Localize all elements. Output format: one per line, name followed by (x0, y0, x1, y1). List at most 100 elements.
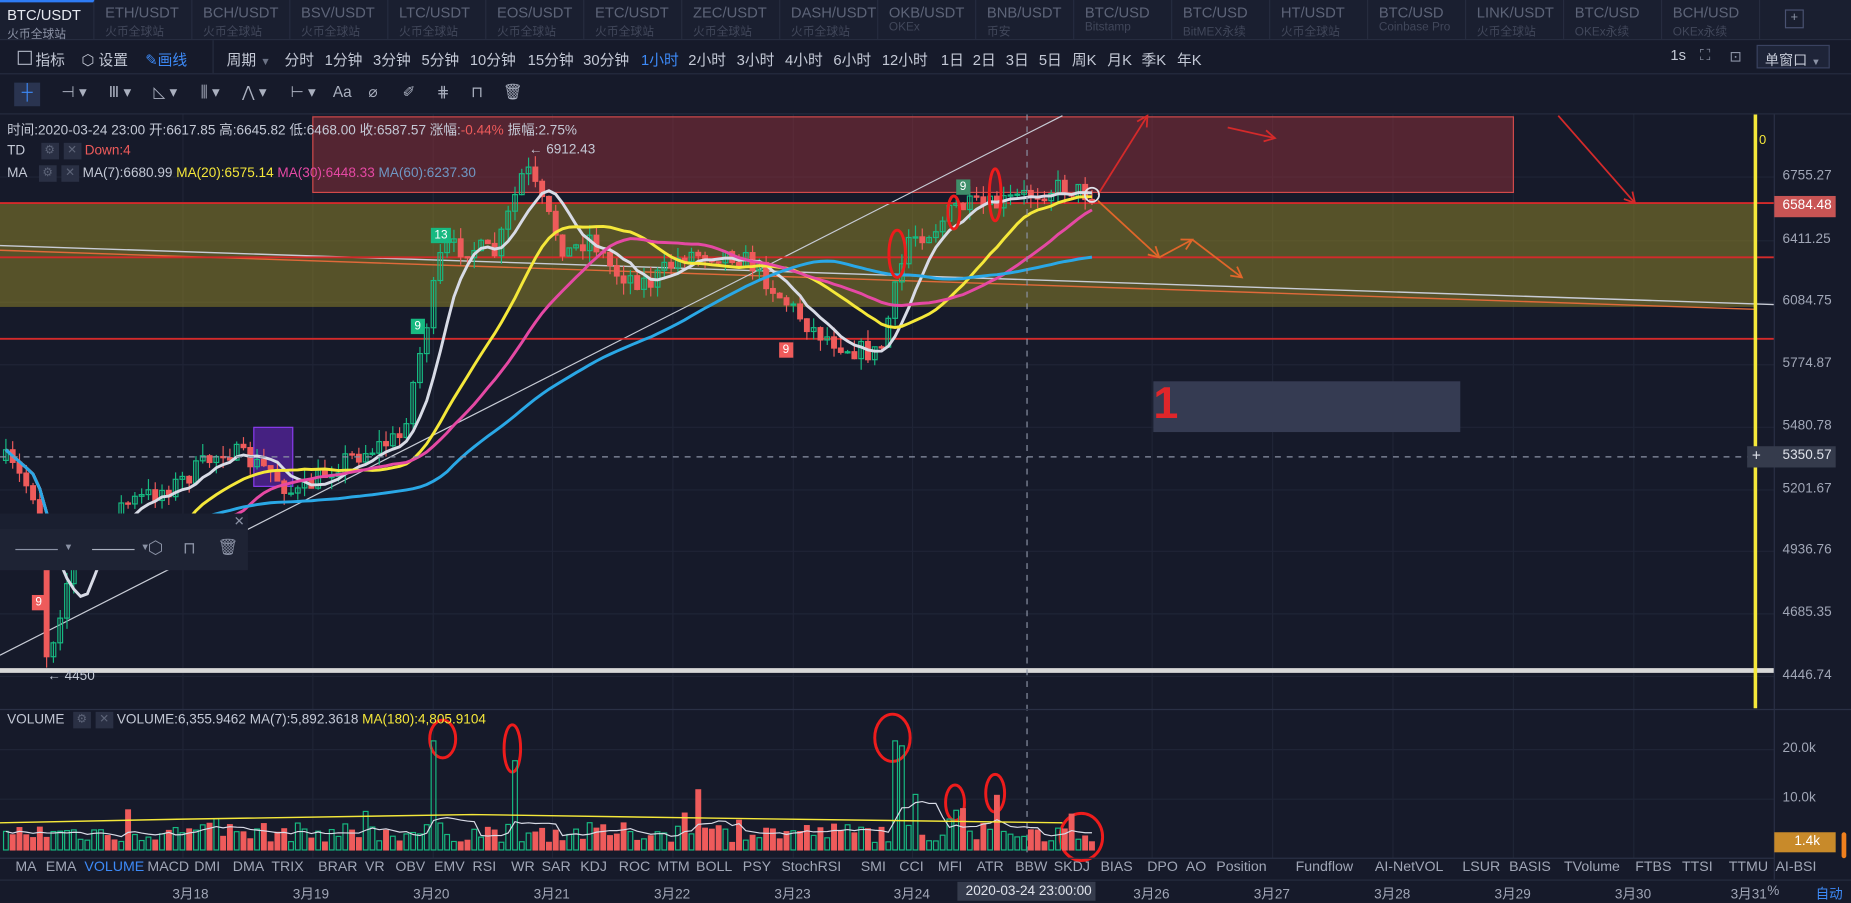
symbol-tab[interactable]: OKB/USDT OKEx (882, 0, 977, 39)
period-option[interactable]: 2日 (973, 47, 996, 69)
indicator-tab[interactable]: StochRSI (781, 858, 841, 875)
period-option[interactable]: 5分钟 (421, 47, 459, 69)
unlock-icon[interactable]: ⊓ (183, 538, 196, 558)
line-width-select[interactable]: ▼ (89, 542, 154, 556)
indicator-tab[interactable]: AI-NetVOL (1375, 858, 1444, 875)
indicator-tab[interactable]: DMA (233, 858, 264, 875)
parallel-lines-tool-icon[interactable]: Ⅲ ▾ (109, 83, 132, 107)
eraser-icon[interactable]: ✐ (403, 83, 416, 107)
angle-tool-icon[interactable]: ◺ ▾ (153, 83, 177, 107)
indicator-tab[interactable]: AO (1186, 858, 1206, 875)
screenshot-icon[interactable]: ⊡ (1729, 47, 1741, 65)
annotation-box[interactable]: 1 (1153, 379, 1461, 433)
indicator-tab[interactable]: OBV (395, 858, 425, 875)
period-dropdown[interactable]: 周期 ▼ (227, 47, 271, 69)
symbol-tab[interactable]: LINK/USDT 火币全球站 (1470, 0, 1565, 39)
indicator-tab[interactable]: TVolume (1564, 858, 1620, 875)
indicator-tab[interactable]: TTSI (1682, 858, 1713, 875)
window-mode-select[interactable]: 单窗口 ▼ (1756, 44, 1830, 69)
price-chart[interactable] (0, 114, 1851, 901)
indicator-tab[interactable]: ROC (619, 858, 650, 875)
wave-tool-icon[interactable]: ⋀ ▾ (242, 83, 267, 107)
crosshair-tool-icon[interactable]: ┼ (14, 82, 41, 107)
line-color-select[interactable]: ▼ (12, 542, 77, 556)
indicator-tab[interactable]: EMV (434, 858, 465, 875)
period-option[interactable]: 1日 (941, 47, 964, 69)
indicator-tab[interactable]: WR (511, 858, 535, 875)
period-option[interactable]: 12小时 (882, 47, 928, 69)
indicator-tab[interactable]: BIAS (1100, 858, 1132, 875)
close-icon[interactable]: ✕ (63, 142, 81, 160)
close-icon[interactable]: ✕ (95, 711, 114, 729)
panel-header[interactable] (0, 513, 248, 529)
indicator-button[interactable]: 指标 (17, 47, 65, 69)
gear-icon[interactable]: ⚙ (40, 142, 59, 160)
indicator-tab[interactable]: FTBS (1635, 858, 1671, 875)
fullscreen-icon[interactable]: ⛶ (1700, 47, 1710, 65)
indicator-tab[interactable]: KDJ (580, 858, 607, 875)
gear-icon[interactable]: ⚙ (38, 165, 57, 182)
symbol-tab[interactable]: ETC/USDT 火币全球站 (588, 0, 683, 39)
period-option[interactable]: 3日 (1006, 47, 1029, 69)
period-option[interactable]: 1小时 (641, 47, 679, 69)
indicator-tab[interactable]: SKDJ (1054, 858, 1090, 875)
symbol-tab[interactable]: EOS/USDT 火币全球站 (490, 0, 585, 39)
indicator-tab[interactable]: SMI (861, 858, 886, 875)
text-tool[interactable]: Aa (333, 83, 352, 107)
indicator-tab[interactable]: TTMU (1729, 858, 1768, 875)
symbol-tab[interactable]: BTC/USD OKEx永续 (1568, 0, 1663, 39)
period-option[interactable]: 4小时 (785, 47, 823, 69)
symbol-tab[interactable]: BTC/USD BitMEX永续 (1176, 0, 1271, 39)
horizontal-line-tool-icon[interactable]: ⊣ ▾ (61, 83, 86, 107)
ruler-icon[interactable]: ⌀ (368, 83, 377, 107)
indicator-tab[interactable]: MFI (938, 858, 962, 875)
indicator-tab[interactable]: EMA (46, 858, 77, 875)
refresh-interval[interactable]: 1s (1670, 47, 1686, 64)
symbol-tab[interactable]: BTC/USD Bitstamp (1078, 0, 1173, 39)
trash-icon[interactable]: 🗑 (217, 537, 238, 557)
period-option[interactable]: 1分钟 (325, 47, 363, 69)
indicator-tab[interactable]: Fundflow (1296, 858, 1353, 875)
symbol-tab[interactable]: BSV/USDT 火币全球站 (294, 0, 389, 39)
trash-icon[interactable]: 🗑 (503, 83, 522, 107)
period-option[interactable]: 年K (1177, 47, 1202, 69)
gear-icon[interactable]: ⚙ (72, 711, 91, 729)
period-option[interactable]: 月K (1107, 47, 1132, 69)
symbol-tab[interactable]: LTC/USDT 火币全球站 (392, 0, 487, 39)
symbol-tab[interactable]: BTC/USDT 火币全球站 (0, 0, 95, 41)
settings-hexagon-icon[interactable]: ⬡ (148, 537, 163, 558)
period-option[interactable]: 2小时 (688, 47, 726, 69)
indicator-tab[interactable]: VR (365, 858, 385, 875)
indicator-tab[interactable]: TRIX (271, 858, 303, 875)
indicator-tab[interactable]: MA (15, 858, 36, 875)
auto-scale-button[interactable]: 自动 (1816, 884, 1843, 903)
period-option[interactable]: 分时 (285, 47, 315, 69)
symbol-tab[interactable]: DASH/USDT 火币全球站 (784, 0, 879, 39)
indicator-tab[interactable]: MACD (147, 858, 189, 875)
indicator-tab[interactable]: RSI (473, 858, 497, 875)
period-option[interactable]: 季K (1142, 47, 1167, 69)
indicator-tab[interactable]: LSUR (1462, 858, 1500, 875)
lock-icon[interactable]: ⊓ (471, 83, 483, 107)
period-option[interactable]: 15分钟 (528, 47, 574, 69)
indicator-tab[interactable]: BBW (1015, 858, 1047, 875)
settings-button[interactable]: ⬡ 设置 (81, 47, 128, 69)
magnet-icon[interactable]: ⋕ (437, 83, 450, 107)
indicator-tab[interactable]: MTM (657, 858, 689, 875)
indicator-tab[interactable]: PSY (743, 858, 771, 875)
indicator-tab[interactable]: BRAR (318, 858, 357, 875)
measure-tool-icon[interactable]: ⊢ ▾ (290, 83, 315, 107)
indicator-tab[interactable]: BASIS (1509, 858, 1551, 875)
period-option[interactable]: 30分钟 (583, 47, 629, 69)
scale-percent-button[interactable]: % (1767, 884, 1779, 898)
indicator-tab[interactable]: ATR (976, 858, 1003, 875)
symbol-tab[interactable]: BCH/USD OKEx永续 (1666, 0, 1761, 39)
indicator-tab[interactable]: VOLUME (84, 858, 144, 875)
indicator-tab[interactable]: DPO (1147, 858, 1178, 875)
symbol-tab[interactable]: BNB/USDT 币安 (980, 0, 1075, 39)
close-icon[interactable]: ✕ (234, 514, 245, 529)
symbol-tab[interactable]: BCH/USDT 火币全球站 (196, 0, 291, 39)
period-option[interactable]: 6小时 (833, 47, 871, 69)
indicator-tab[interactable]: SAR (542, 858, 571, 875)
symbol-tab[interactable]: HT/USDT 火币全球站 (1274, 0, 1369, 39)
